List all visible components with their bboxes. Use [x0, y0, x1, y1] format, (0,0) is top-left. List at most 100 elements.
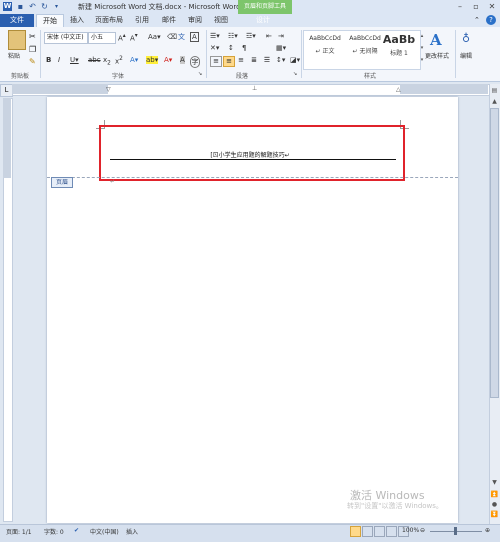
view-ruler-icon[interactable]: ▤ [490, 86, 499, 95]
styles-group-label: 样式 [363, 73, 376, 80]
first-line-indent-marker[interactable]: ▽ [106, 86, 111, 93]
align-left-icon[interactable]: ≡ [210, 56, 222, 67]
header-tag[interactable]: 页眉 [51, 177, 73, 188]
font-color-icon[interactable]: A▾ [164, 56, 172, 64]
word-app-icon[interactable]: W [3, 2, 12, 11]
highlight-icon[interactable]: ab▾ [146, 56, 159, 64]
justify-icon[interactable]: ≣ [249, 56, 259, 65]
customize-toolbar-icon[interactable]: ▾ [52, 2, 61, 11]
clear-formatting-icon[interactable]: ⌫ [167, 33, 177, 41]
paragraph-dialog-launcher-icon[interactable]: ↘ [293, 71, 297, 77]
character-border-icon[interactable]: A [190, 32, 199, 42]
next-page-icon[interactable]: ⏬ [490, 510, 499, 519]
tab-review[interactable]: 审阅 [188, 15, 202, 25]
find-icon[interactable]: ♁ [462, 32, 470, 45]
tab-references[interactable]: 引用 [135, 15, 149, 25]
scroll-thumb[interactable] [490, 108, 499, 398]
distributed-icon[interactable]: ☰ [262, 56, 272, 65]
insert-mode-status[interactable]: 插入 [126, 527, 138, 536]
align-center-icon[interactable]: ≡ [223, 56, 235, 67]
tab-page-layout[interactable]: 页面布局 [95, 15, 123, 25]
character-shading-icon[interactable]: A [180, 56, 185, 64]
style-sample: AaBbCcDd [309, 35, 341, 42]
font-dialog-launcher-icon[interactable]: ↘ [198, 71, 202, 77]
group-separator [40, 30, 41, 78]
change-case-icon[interactable]: Aa▾ [148, 33, 161, 41]
enclose-characters-icon[interactable]: 字 [190, 56, 200, 68]
help-icon[interactable]: ? [486, 15, 496, 25]
zoom-out-icon[interactable]: ⊖ [420, 527, 425, 534]
copy-icon[interactable]: ❐ [29, 45, 36, 54]
format-painter-icon[interactable]: ✎ [29, 57, 36, 66]
undo-icon[interactable]: ↶ [28, 2, 37, 11]
bullets-icon[interactable]: ☰▾ [210, 32, 220, 40]
minimize-ribbon-icon[interactable]: ⌃ [474, 16, 480, 24]
change-styles-icon[interactable]: A [430, 31, 442, 49]
font-name-select[interactable]: 宋体 (中文正) [44, 32, 88, 44]
increase-indent-icon[interactable]: ⇥ [278, 32, 284, 40]
grow-font-icon[interactable]: A▴ [118, 33, 126, 42]
print-layout-view-icon[interactable] [350, 526, 361, 537]
styles-scroll-icon[interactable]: ▴ ▾ ▾ [419, 30, 425, 68]
tab-view[interactable]: 视图 [214, 15, 228, 25]
language-status[interactable]: 中文(中国) [90, 527, 119, 536]
tab-design[interactable]: 设计 [256, 15, 270, 25]
bold-icon[interactable]: B [46, 56, 51, 64]
minimize-icon[interactable]: – [454, 1, 466, 12]
borders-icon[interactable]: ▦▾ [276, 44, 286, 52]
paste-icon[interactable] [8, 30, 26, 50]
tab-insert[interactable]: 插入 [70, 15, 84, 25]
strikethrough-icon[interactable]: abc [88, 56, 101, 64]
numbering-icon[interactable]: ☷▾ [228, 32, 238, 40]
zoom-in-icon[interactable]: ⊕ [485, 527, 490, 534]
maximize-icon[interactable]: ▫ [470, 1, 482, 12]
tab-mailings[interactable]: 邮件 [162, 15, 176, 25]
sort-icon[interactable]: ↕ [228, 44, 234, 52]
redo-icon[interactable]: ↻ [40, 2, 49, 11]
italic-icon[interactable]: I [58, 56, 60, 64]
save-icon[interactable]: ▪ [16, 2, 25, 11]
multilevel-list-icon[interactable]: ☲▾ [246, 32, 256, 40]
phonetic-guide-icon[interactable]: 文 [178, 32, 185, 42]
show-marks-icon[interactable]: ¶ [242, 44, 246, 52]
style-heading-1[interactable]: AaBb 标题 1 [380, 31, 418, 67]
editing-button[interactable]: 编辑 [460, 51, 472, 60]
center-tab-marker[interactable]: ⊥ [252, 85, 257, 92]
proofing-icon[interactable]: ✔ [74, 527, 79, 534]
previous-page-icon[interactable]: ⏫ [490, 490, 499, 499]
full-screen-reading-icon[interactable] [362, 526, 373, 537]
close-icon[interactable]: ✕ [486, 1, 498, 12]
shrink-font-icon[interactable]: A▾ [130, 33, 138, 42]
group-separator [301, 30, 302, 78]
font-size-select[interactable]: 小五 [88, 32, 116, 44]
paragraph-mark: ↵ [110, 178, 116, 185]
activation-watermark-hint: 转到"设置"以激活 Windows。 [347, 502, 443, 510]
underline-icon[interactable]: U▾ [70, 56, 79, 64]
scroll-down-icon[interactable]: ▼ [490, 478, 499, 487]
scroll-up-icon[interactable]: ▲ [490, 97, 499, 106]
style-normal[interactable]: AaBbCcDd ↵ 正文 [304, 31, 346, 67]
right-indent-marker[interactable]: △ [396, 86, 401, 93]
shading-icon[interactable]: ◪▾ [290, 56, 300, 64]
align-right-icon[interactable]: ≡ [236, 56, 246, 65]
word-count[interactable]: 字数: 0 [44, 527, 64, 536]
style-name: ↵ 正文 [315, 48, 335, 55]
web-layout-icon[interactable] [374, 526, 385, 537]
text-effects-icon[interactable]: A▾ [130, 56, 138, 64]
ruler-right-margin [400, 84, 488, 94]
paste-button[interactable]: 粘贴 [8, 51, 20, 60]
tab-file[interactable]: 文件 [0, 14, 34, 27]
cut-icon[interactable]: ✂ [29, 32, 36, 41]
browse-object-icon[interactable]: ● [490, 500, 499, 509]
line-spacing-icon[interactable]: ↕▾ [276, 56, 285, 64]
superscript-icon[interactable]: x2 [115, 56, 123, 65]
zoom-slider-thumb[interactable] [454, 527, 457, 535]
outline-view-icon[interactable] [386, 526, 397, 537]
change-styles-button[interactable]: 更改样式 [425, 51, 449, 60]
page-count[interactable]: 页面: 1/1 [6, 527, 32, 536]
subscript-icon[interactable]: x2 [103, 56, 111, 66]
tab-home[interactable]: 开始 [36, 14, 64, 28]
chinese-layout-icon[interactable]: ✕▾ [210, 44, 219, 52]
zoom-level[interactable]: 100% [402, 527, 419, 534]
decrease-indent-icon[interactable]: ⇤ [266, 32, 272, 40]
